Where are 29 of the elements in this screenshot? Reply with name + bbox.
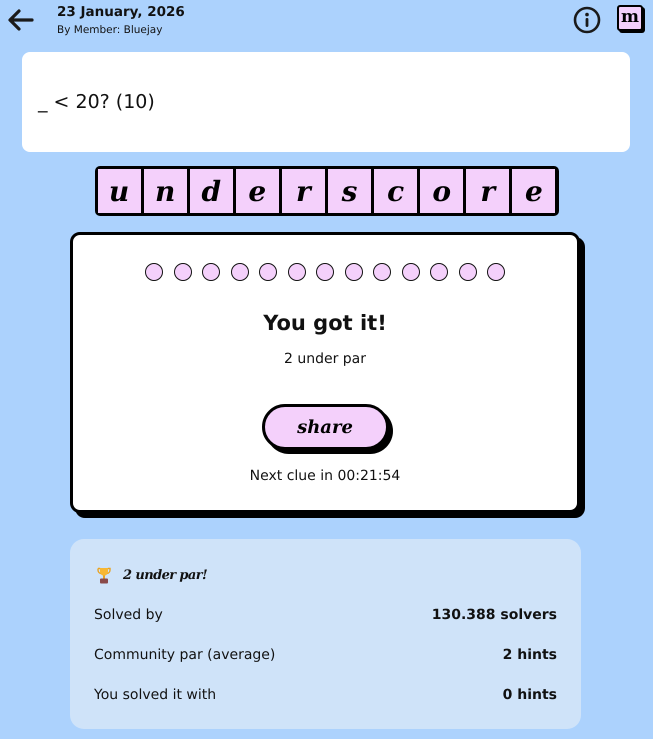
letter-tile: o [420,169,464,213]
info-icon [573,6,601,34]
letter-tile: n [144,169,187,213]
trophy-icon [97,566,111,584]
stat-label: Community par (average) [94,647,276,663]
letter-tile: e [512,169,556,213]
stats-headline: 2 under par! [123,568,208,582]
letter-tile: u [98,169,141,213]
stat-value: 0 hints [502,687,557,703]
next-clue-countdown: Next clue in 00:21:54 [250,467,400,485]
letter-tile: s [328,169,372,213]
author-byline: By Member: Bluejay [57,23,164,38]
stat-label: You solved it with [94,687,216,703]
stat-value: 130.388 solvers [432,607,557,623]
info-button[interactable] [573,6,601,34]
stat-value: 2 hints [502,647,557,663]
letter-tile: e [236,169,279,213]
letter-tile: d [190,169,233,213]
result-title: You got it! [263,310,387,336]
stat-label: Solved by [94,607,163,623]
letter-tile: c [374,169,418,213]
logo-tile[interactable]: m [617,5,643,31]
result-subtitle: 2 under par [284,350,366,368]
back-arrow-button[interactable] [7,8,35,32]
puzzle-date: 23 January, 2026 [57,3,186,21]
letter-tile: r [466,169,510,213]
clue-text: _ < 20? (10) [38,91,155,113]
back-arrow-icon [8,9,34,31]
letter-tile: r [282,169,325,213]
